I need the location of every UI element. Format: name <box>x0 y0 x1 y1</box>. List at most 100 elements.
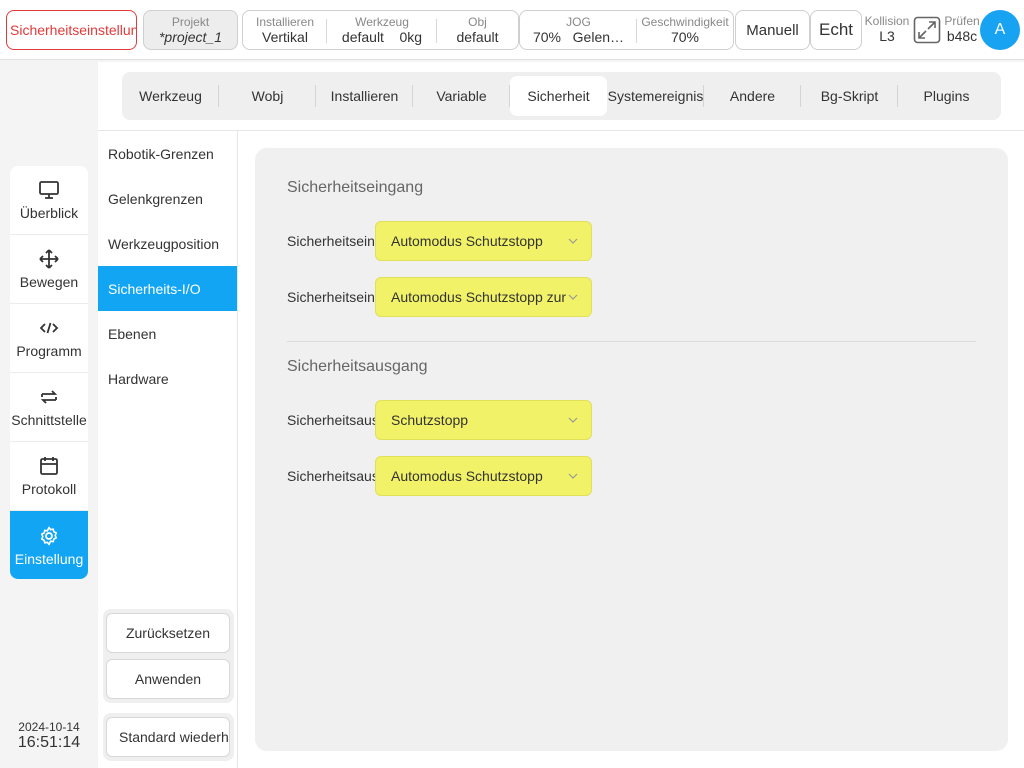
safety-input-row: Sicherheitseingang 1 Automodus Schutzsto… <box>287 221 592 261</box>
jog-label: JOG <box>566 15 591 29</box>
move-icon <box>39 249 59 269</box>
obj-label: Obj <box>468 15 487 29</box>
apply-button[interactable]: Anwenden <box>106 659 230 699</box>
section-divider <box>287 341 976 342</box>
safety-output-2-select[interactable]: Automodus Schutzstopp <box>375 456 592 496</box>
safety-output-label: Sicherheitsausgang 2 <box>287 468 375 484</box>
tool-cell[interactable]: Werkzeug default 0kg <box>327 11 437 49</box>
safety-subnav: Robotik-Grenzen Gelenkgrenzen Werkzeugpo… <box>98 131 238 768</box>
tool-label: Werkzeug <box>355 15 409 29</box>
subnav-planes[interactable]: Ebenen <box>98 311 237 356</box>
swap-arrows-icon <box>40 390 58 404</box>
jog-status-group[interactable]: JOG 70% Gelen… Geschwindigkeit 70% <box>519 10 734 50</box>
chevron-down-icon <box>568 417 578 423</box>
checksum-label: Prüfen <box>944 14 980 28</box>
nav-item-move[interactable]: Bewegen <box>10 235 88 304</box>
safety-input-2-select[interactable]: Automodus Schutzstopp zurücksetzen <box>375 277 592 317</box>
subnav-safety-io[interactable]: Sicherheits-I/O <box>98 266 237 311</box>
project-name: *project_1 <box>158 29 223 45</box>
user-avatar[interactable]: A <box>980 10 1020 50</box>
safety-output-row: Sicherheitsausgang 2 Automodus Schutzsto… <box>287 456 592 496</box>
safety-settings-button[interactable]: Sicherheitseinstellung <box>6 10 137 50</box>
obj-value: default <box>456 29 499 45</box>
real-mode-button[interactable]: Echt <box>810 10 862 50</box>
monitor-icon <box>39 181 59 199</box>
select-value: Automodus Schutzstopp zurücksetzen <box>391 289 567 305</box>
tab-tool[interactable]: Werkzeug <box>122 76 219 116</box>
manual-mode-button[interactable]: Manuell <box>735 10 810 50</box>
safety-output-label: Sicherheitsausgang 1 <box>287 412 375 428</box>
nav-item-log[interactable]: Protokoll <box>10 442 88 511</box>
gear-icon <box>41 526 57 545</box>
jog-cell[interactable]: JOG 70% Gelen… <box>520 11 637 49</box>
install-status-group[interactable]: Installieren Vertikal Werkzeug default 0… <box>242 10 519 50</box>
speed-cell[interactable]: Geschwindigkeit 70% <box>637 11 733 49</box>
select-value: Schutzstopp <box>391 412 469 428</box>
safety-input-label: Sicherheitseingang 1 <box>287 233 375 249</box>
safety-output-row: Sicherheitsausgang 1 Schutzstopp <box>287 400 592 440</box>
collision-level[interactable]: Kollision L3 <box>864 14 910 44</box>
tab-plugins[interactable]: Plugins <box>898 76 995 116</box>
select-value: Automodus Schutzstopp <box>391 468 543 484</box>
reset-button[interactable]: Zurücksetzen <box>106 613 230 653</box>
code-icon <box>39 322 59 334</box>
restore-button-group: Standard wiederherstellen <box>103 713 234 761</box>
select-value: Automodus Schutzstopp <box>391 233 543 249</box>
nav-item-program[interactable]: Programm <box>10 304 88 373</box>
safety-io-content: Sicherheitseingang Sicherheitseingang 1 … <box>255 148 1008 751</box>
calendar-icon <box>40 457 58 475</box>
main-sidebar: Überblick Bewegen Programm Schnittstelle… <box>10 166 88 579</box>
top-bar: Sicherheitseinstellung Projekt *project_… <box>0 0 1024 60</box>
project-label: Projekt <box>171 15 210 29</box>
tab-safety[interactable]: Sicherheit <box>510 76 607 116</box>
safety-input-row: Sicherheitseingang 2 Automodus Schutzsto… <box>287 277 592 317</box>
tab-system-events[interactable]: Systemereignis <box>607 76 704 116</box>
tool-value: default 0kg <box>341 29 423 45</box>
install-value: Vertikal <box>262 29 308 45</box>
tab-bg-script[interactable]: Bg-Skript <box>801 76 898 116</box>
collision-value: L3 <box>879 28 895 44</box>
tab-wobj[interactable]: Wobj <box>219 76 316 116</box>
time-text: 16:51:14 <box>17 734 81 751</box>
nav-label: Überblick <box>19 205 79 221</box>
nav-label: Schnittstelle <box>11 412 87 428</box>
nav-label: Einstellung <box>14 550 84 567</box>
nav-label: Programm <box>16 343 82 359</box>
jog-value: 70% Gelen… <box>532 29 625 45</box>
expand-icon[interactable] <box>913 16 941 44</box>
safety-output-1-select[interactable]: Schutzstopp <box>375 400 592 440</box>
subnav-robot-limits[interactable]: Robotik-Grenzen <box>98 131 237 176</box>
chevron-down-icon <box>568 294 578 300</box>
date-text: 2024-10-14 <box>18 720 80 734</box>
nav-item-overview[interactable]: Überblick <box>10 166 88 235</box>
tab-install[interactable]: Installieren <box>316 76 413 116</box>
safety-input-title: Sicherheitseingang <box>287 179 424 196</box>
nav-label: Bewegen <box>19 274 79 290</box>
chevron-down-icon <box>568 238 578 244</box>
subnav-hardware[interactable]: Hardware <box>98 356 237 401</box>
speed-value: 70% <box>670 29 700 45</box>
install-cell[interactable]: Installieren Vertikal <box>243 11 327 49</box>
subnav-tool-position[interactable]: Werkzeugposition <box>98 221 237 266</box>
settings-tabs: Werkzeug Wobj Installieren Variable Sich… <box>122 72 1001 120</box>
settings-panel: Werkzeug Wobj Installieren Variable Sich… <box>98 62 1024 768</box>
nav-item-interface[interactable]: Schnittstelle <box>10 373 88 442</box>
nav-label: Protokoll <box>21 481 77 497</box>
speed-label: Geschwindigkeit <box>641 15 729 29</box>
safety-input-1-select[interactable]: Automodus Schutzstopp <box>375 221 592 261</box>
chevron-down-icon <box>568 473 578 479</box>
checksum-indicator[interactable]: Prüfen b48c <box>943 14 981 44</box>
obj-cell[interactable]: Obj default <box>437 11 518 49</box>
safety-input-label: Sicherheitseingang 2 <box>287 289 375 305</box>
clock: 2024-10-14 16:51:14 <box>0 720 98 752</box>
action-button-group: Zurücksetzen Anwenden <box>103 609 234 703</box>
tab-variable[interactable]: Variable <box>413 76 510 116</box>
checksum-value: b48c <box>946 28 978 44</box>
collision-label: Kollision <box>864 14 910 28</box>
nav-item-settings[interactable]: Einstellung <box>10 511 88 579</box>
restore-default-button[interactable]: Standard wiederherstellen <box>106 717 230 757</box>
tab-other[interactable]: Andere <box>704 76 801 116</box>
install-label: Installieren <box>255 15 315 29</box>
subnav-joint-limits[interactable]: Gelenkgrenzen <box>98 176 237 221</box>
project-indicator[interactable]: Projekt *project_1 <box>143 10 238 50</box>
